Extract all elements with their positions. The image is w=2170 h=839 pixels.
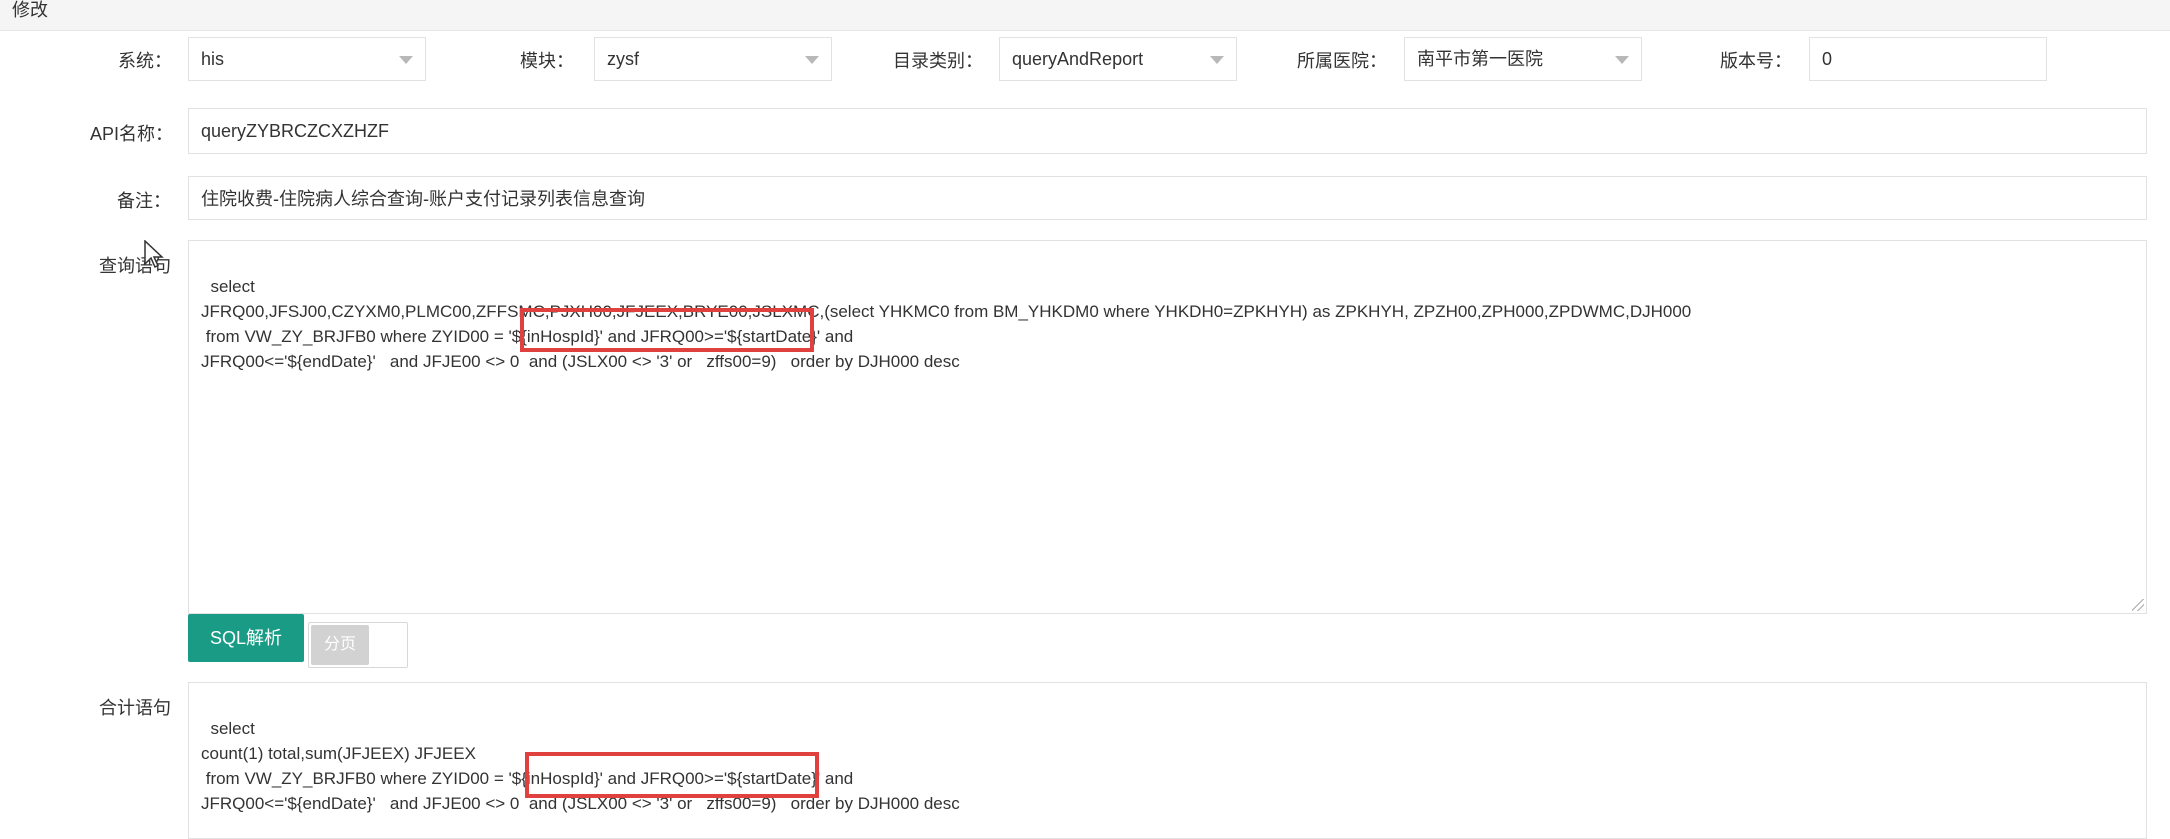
api-name-input[interactable] (188, 108, 2147, 154)
remark-label: 备注： (117, 191, 171, 211)
chevron-down-icon (805, 56, 819, 64)
catalog-value: queryAndReport (1012, 49, 1144, 69)
chevron-down-icon (1210, 56, 1224, 64)
remark-input[interactable] (188, 176, 2147, 220)
query-textarea[interactable]: select JFRQ00,JFSJ00,CZYXM0,PLMC00,ZFFSM… (188, 240, 2147, 614)
hospital-value: 南平市第一医院 (1417, 49, 1543, 69)
version-label: 版本号： (1720, 51, 1792, 71)
version-input[interactable] (1809, 37, 2047, 81)
dialog-title: 修改 (12, 0, 48, 20)
module-value: zysf (607, 49, 640, 69)
system-value: his (201, 49, 225, 69)
system-label: 系统： (118, 51, 172, 71)
total-sql-text: select count(1) total,sum(JFJEEX) JFJEEX… (201, 719, 960, 813)
hospital-label: 所属医院： (1297, 51, 1387, 71)
chevron-down-icon (1615, 56, 1629, 64)
catalog-select[interactable]: queryAndReport (999, 37, 1237, 81)
paging-toggle[interactable]: 分页 (308, 622, 408, 668)
total-label: 合计语句 (99, 698, 171, 718)
mouse-cursor-icon (144, 240, 164, 269)
hospital-select[interactable]: 南平市第一医院 (1404, 37, 1642, 81)
paging-toggle-label: 分页 (311, 625, 369, 665)
module-select[interactable]: zysf (594, 37, 832, 81)
chevron-down-icon (399, 56, 413, 64)
sql-parse-button[interactable]: SQL解析 (188, 614, 304, 662)
module-label: 模块： (520, 51, 574, 71)
dialog-header: 修改 (0, 0, 2170, 31)
resize-grip-icon[interactable] (2132, 599, 2144, 611)
query-sql-text: select JFRQ00,JFSJ00,CZYXM0,PLMC00,ZFFSM… (201, 277, 1692, 371)
total-textarea[interactable]: select count(1) total,sum(JFJEEX) JFJEEX… (188, 682, 2147, 839)
system-select[interactable]: his (188, 37, 426, 81)
catalog-label: 目录类别： (893, 51, 983, 71)
api-name-label: API名称： (90, 124, 174, 144)
